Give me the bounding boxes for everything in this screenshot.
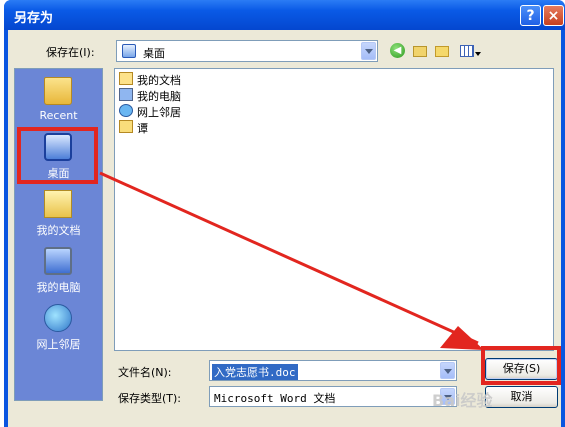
- place-label: Recent: [39, 109, 78, 122]
- place-label: 我的电脑: [36, 281, 81, 294]
- recent-folder-icon: [44, 77, 72, 105]
- close-button[interactable]: ×: [543, 5, 564, 26]
- my-computer-icon: [44, 247, 72, 275]
- file-name-label: 文件名(N):: [118, 366, 172, 379]
- list-item-label: 网上邻居: [137, 106, 181, 119]
- dialog-title: 另存为: [14, 11, 54, 26]
- my-documents-icon: [44, 190, 72, 218]
- up-folder-button[interactable]: [410, 41, 430, 61]
- up-folder-icon: [413, 46, 427, 57]
- watermark: Bai经验: [432, 391, 493, 410]
- file-type-value: Microsoft Word 文档: [214, 392, 336, 405]
- place-label: 网上邻居: [36, 338, 81, 351]
- help-button[interactable]: ?: [520, 5, 541, 26]
- list-item-label: 谭: [137, 122, 148, 135]
- title-bar[interactable]: 另存为 ? ×: [4, 0, 565, 30]
- place-my-computer[interactable]: 我的电脑: [15, 243, 102, 299]
- file-list[interactable]: 我的文档 我的电脑 网上邻居 谭: [114, 68, 554, 351]
- desktop-highlight-box: [17, 127, 98, 184]
- place-my-documents[interactable]: 我的文档: [15, 186, 102, 242]
- folder-icon: [119, 120, 133, 133]
- place-recent[interactable]: Recent: [15, 73, 102, 129]
- chevron-down-icon[interactable]: [440, 362, 455, 379]
- desktop-icon: [122, 44, 136, 58]
- view-menu-button[interactable]: [457, 41, 485, 61]
- save-in-label: 保存在(I):: [46, 46, 95, 59]
- places-bar: Recent 桌面 我的文档 我的电脑 网上邻居: [14, 68, 103, 401]
- list-item-label: 我的电脑: [137, 90, 181, 103]
- back-button[interactable]: ◀: [388, 41, 408, 61]
- my-computer-icon: [119, 88, 133, 101]
- my-documents-icon: [119, 72, 133, 85]
- view-icon: [460, 45, 474, 57]
- place-network[interactable]: 网上邻居: [15, 300, 102, 356]
- chevron-down-icon[interactable]: [361, 42, 376, 60]
- file-type-dropdown[interactable]: Microsoft Word 文档: [209, 386, 457, 407]
- dialog-body: 保存在(I): 桌面 ◀ Recent 桌面 我的文档 我的电脑 网上邻居 我的…: [8, 30, 561, 427]
- save-highlight-box: [481, 346, 561, 385]
- new-folder-icon: [435, 46, 449, 57]
- file-type-label: 保存类型(T):: [118, 392, 182, 405]
- save-in-dropdown[interactable]: 桌面: [116, 40, 378, 62]
- cancel-button[interactable]: 取消: [485, 386, 558, 408]
- list-item-label: 我的文档: [137, 74, 181, 87]
- place-label: 我的文档: [36, 224, 81, 237]
- network-places-icon: [119, 104, 133, 117]
- network-places-icon: [44, 304, 72, 332]
- file-name-input[interactable]: 入党志愿书.doc: [209, 360, 457, 381]
- save-in-value: 桌面: [143, 47, 165, 60]
- back-arrow-icon: ◀: [390, 43, 405, 58]
- chevron-down-icon: [475, 52, 481, 56]
- file-name-value: 入党志愿书.doc: [212, 364, 298, 380]
- new-folder-button[interactable]: [432, 41, 452, 61]
